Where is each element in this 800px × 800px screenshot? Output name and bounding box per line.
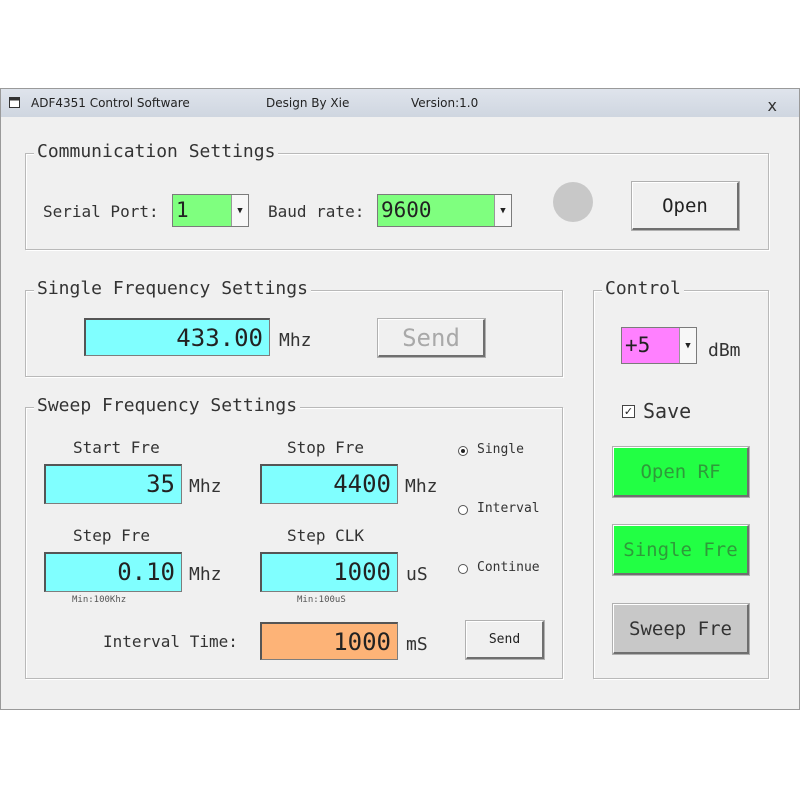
mode-interval-radio[interactable] xyxy=(458,505,468,515)
save-label[interactable]: Save xyxy=(643,399,691,423)
step-clk-hint: Min:100uS xyxy=(297,595,346,605)
serial-port-value: 1 xyxy=(176,198,189,222)
baud-rate-select[interactable]: 9600 ▼ xyxy=(377,194,512,227)
step-fre-label: Step Fre xyxy=(73,526,151,545)
interval-time-label: Interval Time: xyxy=(103,632,238,651)
single-frequency-unit: Mhz xyxy=(279,330,312,351)
sweep-send-button[interactable]: Send xyxy=(465,620,545,660)
app-icon xyxy=(9,97,20,108)
step-fre-input[interactable]: 0.10 xyxy=(44,552,182,592)
mode-continue-label[interactable]: Continue xyxy=(477,560,540,575)
power-value: +5 xyxy=(625,333,651,357)
stop-fre-input[interactable]: 4400 xyxy=(260,464,398,504)
sweep-frequency-group: Sweep Frequency Settings Start Fre 35 Mh… xyxy=(25,395,563,679)
group-title: Communication Settings xyxy=(34,141,279,162)
step-clk-unit: uS xyxy=(406,564,428,585)
step-fre-unit: Mhz xyxy=(189,564,222,585)
baud-rate-label: Baud rate: xyxy=(268,202,365,221)
interval-time-unit: mS xyxy=(406,634,428,655)
communication-settings-group: Communication Settings Serial Port: 1 ▼ … xyxy=(25,141,769,250)
single-send-button[interactable]: Send xyxy=(377,318,486,358)
chevron-down-icon[interactable]: ▼ xyxy=(231,195,248,226)
start-fre-unit: Mhz xyxy=(189,476,222,497)
serial-port-select[interactable]: 1 ▼ xyxy=(172,194,249,227)
main-window: ADF4351 Control Software Design By Xie V… xyxy=(0,88,800,710)
mode-interval-label[interactable]: Interval xyxy=(477,501,540,516)
mode-single-label[interactable]: Single xyxy=(477,442,524,457)
chevron-down-icon[interactable]: ▼ xyxy=(679,328,696,363)
app-title: ADF4351 Control Software xyxy=(31,96,190,110)
stop-fre-unit: Mhz xyxy=(405,476,438,497)
start-fre-input[interactable]: 35 xyxy=(44,464,182,504)
sweep-fre-button[interactable]: Sweep Fre xyxy=(612,603,750,655)
mode-single-radio[interactable] xyxy=(458,446,468,456)
close-icon[interactable]: x xyxy=(768,96,777,115)
power-unit: dBm xyxy=(708,340,741,361)
baud-rate-value: 9600 xyxy=(381,198,432,222)
step-clk-label: Step CLK xyxy=(287,526,365,545)
single-frequency-group: Single Frequency Settings 433.00 Mhz Sen… xyxy=(25,278,563,377)
single-fre-button[interactable]: Single Fre xyxy=(612,524,750,576)
step-fre-hint: Min:100Khz xyxy=(72,595,127,605)
stop-fre-label: Stop Fre xyxy=(287,438,365,457)
open-button[interactable]: Open xyxy=(631,181,740,231)
start-fre-label: Start Fre xyxy=(73,438,160,457)
step-clk-input[interactable]: 1000 xyxy=(260,552,398,592)
power-select[interactable]: +5 ▼ xyxy=(621,327,697,364)
chevron-down-icon[interactable]: ▼ xyxy=(494,195,511,226)
mode-continue-radio[interactable] xyxy=(458,564,468,574)
interval-time-input[interactable]: 1000 xyxy=(260,622,398,660)
serial-port-label: Serial Port: xyxy=(43,202,159,221)
author-label: Design By Xie xyxy=(266,96,350,110)
group-title: Control xyxy=(602,278,684,299)
save-checkbox[interactable]: ✓ xyxy=(622,405,635,418)
group-title: Sweep Frequency Settings xyxy=(34,395,301,416)
single-frequency-input[interactable]: 433.00 xyxy=(84,318,270,356)
open-rf-button[interactable]: Open RF xyxy=(612,446,750,498)
title-bar: ADF4351 Control Software Design By Xie V… xyxy=(1,89,799,117)
control-group: Control +5 ▼ dBm ✓ Save Open RF Single F… xyxy=(593,278,769,679)
group-title: Single Frequency Settings xyxy=(34,278,311,299)
status-led xyxy=(553,182,593,222)
version-label: Version:1.0 xyxy=(411,96,479,110)
